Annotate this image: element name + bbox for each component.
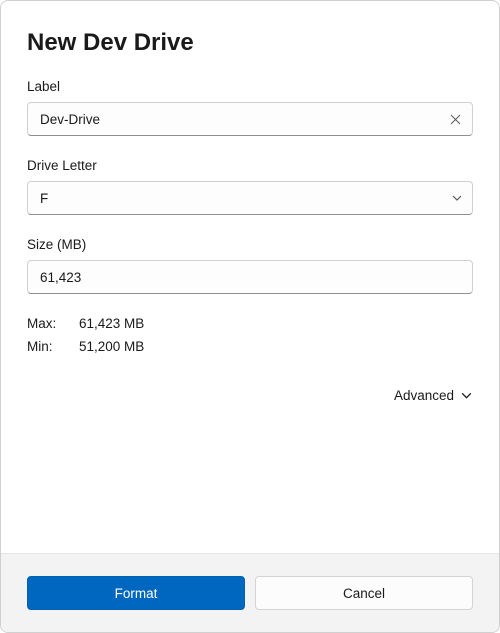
size-field-group: Size (MB): [27, 237, 473, 294]
format-button[interactable]: Format: [27, 576, 245, 610]
size-field-label: Size (MB): [27, 237, 473, 252]
min-value: 51,200 MB: [79, 339, 144, 354]
dialog-footer: Format Cancel: [1, 553, 499, 632]
size-input[interactable]: [27, 260, 473, 294]
advanced-label: Advanced: [394, 388, 454, 403]
close-icon: [450, 114, 461, 125]
max-info-row: Max: 61,423 MB: [27, 316, 473, 331]
drive-letter-select[interactable]: F: [27, 181, 473, 215]
max-key: Max:: [27, 316, 79, 331]
chevron-down-icon: [460, 389, 473, 402]
cancel-button[interactable]: Cancel: [255, 576, 473, 610]
advanced-toggle[interactable]: Advanced: [394, 388, 473, 403]
dialog-content: New Dev Drive Label Drive Letter F: [1, 1, 499, 553]
label-field-label: Label: [27, 79, 473, 94]
label-field-group: Label: [27, 79, 473, 136]
drive-letter-field-label: Drive Letter: [27, 158, 473, 173]
max-value: 61,423 MB: [79, 316, 144, 331]
label-input[interactable]: [27, 102, 473, 136]
new-dev-drive-dialog: New Dev Drive Label Drive Letter F: [0, 0, 500, 633]
clear-label-button[interactable]: [445, 109, 465, 129]
dialog-title: New Dev Drive: [27, 29, 473, 57]
min-key: Min:: [27, 339, 79, 354]
min-info-row: Min: 51,200 MB: [27, 339, 473, 354]
drive-letter-value: F: [40, 191, 48, 206]
drive-letter-field-group: Drive Letter F: [27, 158, 473, 215]
